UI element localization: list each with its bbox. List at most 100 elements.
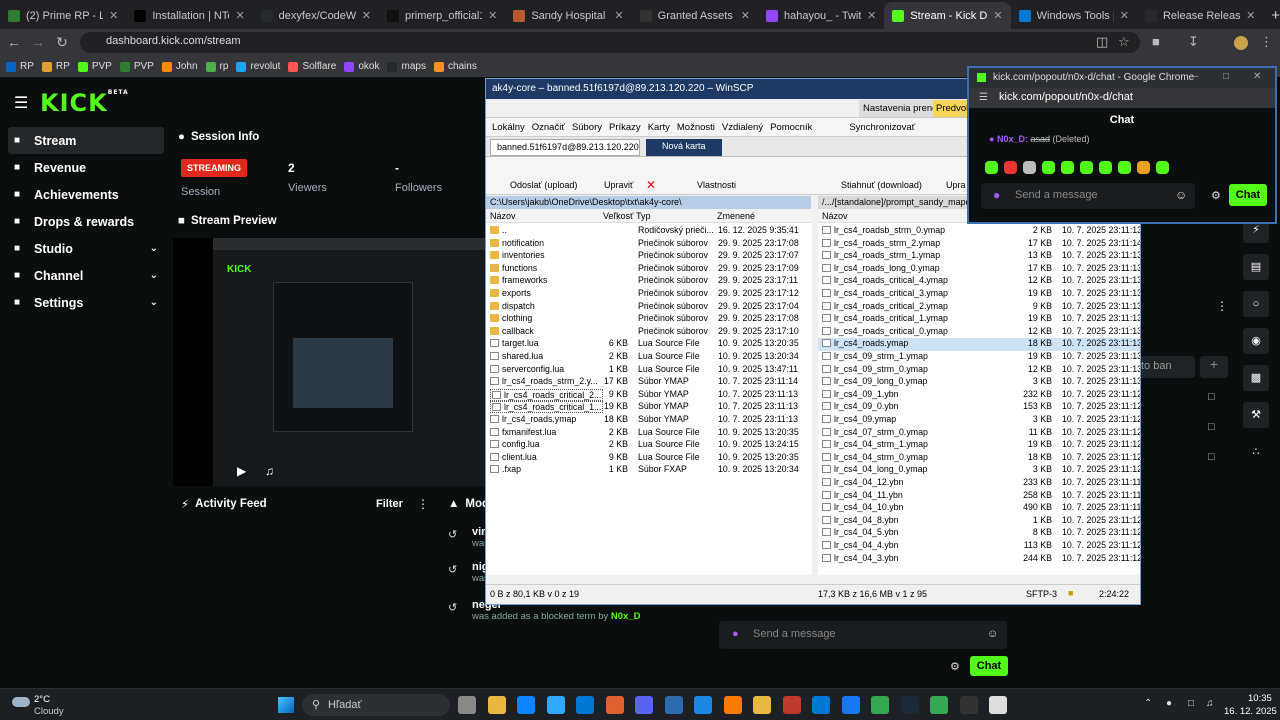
- file-row[interactable]: lr_cs4_roads_critical_0.ymap 12 KB 10. 7. …: [818, 326, 1140, 339]
- kick-logo[interactable]: KICKBETA: [40, 89, 129, 117]
- file-row[interactable]: .fxap 1 KB Súbor FXAP 10. 9. 2025 13:20:34: [486, 464, 812, 477]
- file-row[interactable]: lr_cs4_04_3.ybn 244 KB 10. 7. 2025 23:11:1…: [818, 553, 1140, 566]
- file-row[interactable]: clothing Priečinok súborov 29. 9. 2025 23:…: [486, 313, 812, 326]
- translate-icon[interactable]: ◫: [1096, 34, 1108, 50]
- file-row[interactable]: lr_cs4_09_strm_1.ymap 19 KB 10. 7. 2025 23…: [818, 351, 1140, 364]
- menu-item[interactable]: Karty: [648, 122, 670, 133]
- undo-icon[interactable]: ↺: [448, 528, 457, 541]
- file-row[interactable]: lr_cs4_roads_strm_2.ymap 17 KB 10. 7. 2025…: [818, 238, 1140, 251]
- emote-icon[interactable]: [1118, 161, 1131, 174]
- file-row[interactable]: lr_cs4_roads.ymap 18 KB Súbor YMAP 10. 7. 2…: [486, 414, 812, 427]
- close-icon[interactable]: ✕: [614, 9, 623, 22]
- menu-item[interactable]: Pomocník: [770, 122, 812, 133]
- emote-icon[interactable]: [1061, 161, 1074, 174]
- emote-icon[interactable]: [1004, 161, 1017, 174]
- profile-avatar[interactable]: [1234, 36, 1248, 50]
- mic-icon[interactable]: ●: [993, 188, 1000, 202]
- file-row[interactable]: lr_cs4_roads_critical_2... 9 KB Súbor YMAP…: [486, 388, 812, 402]
- maximize-icon[interactable]: □: [1223, 71, 1229, 82]
- chat-bubble-icon[interactable]: ○: [1243, 291, 1269, 317]
- download-button[interactable]: Stiahnuť (download): [841, 180, 922, 190]
- file-row[interactable]: lr_cs4_04_12.ybn 233 KB 10. 7. 2025 23:11:…: [818, 477, 1140, 490]
- browser-tab[interactable]: hahayou_ - Twitch ✕: [758, 2, 884, 29]
- file-row[interactable]: inventories Priečinok súborov 29. 9. 2025 …: [486, 250, 812, 263]
- chrome-menu-icon[interactable]: ⋮: [1260, 34, 1273, 50]
- browser-tab[interactable]: Stream - Kick Dash ✕: [884, 2, 1011, 29]
- file-row[interactable]: lr_cs4_04_4.ybn 113 KB 10. 7. 2025 23:11:1…: [818, 540, 1140, 553]
- volume-icon[interactable]: ♫: [265, 464, 274, 478]
- terminal-icon[interactable]: [959, 696, 978, 714]
- apps-icon[interactable]: ∴: [1243, 439, 1269, 465]
- sidebar-item-settings[interactable]: ■ Settings ⌄: [8, 289, 164, 316]
- bookmark-item[interactable]: okok: [344, 61, 379, 72]
- download-icon[interactable]: ↧: [1188, 34, 1199, 50]
- wrench-icon[interactable]: ⚒: [1243, 402, 1269, 428]
- app-icon[interactable]: [723, 696, 742, 714]
- file-row[interactable]: target.lua 6 KB Lua Source File 10. 9. 2025…: [486, 338, 812, 351]
- photoshop-icon[interactable]: [546, 696, 565, 714]
- mic-icon[interactable]: ●: [1166, 698, 1172, 709]
- emote-icon[interactable]: [985, 161, 998, 174]
- stream-preview[interactable]: KICK ▶ ♫: [173, 238, 489, 486]
- close-icon[interactable]: ✕: [993, 9, 1002, 22]
- file-row[interactable]: frameworks Priečinok súborov 29. 9. 2025 2…: [486, 275, 812, 288]
- file-row[interactable]: callback Priečinok súborov 29. 9. 2025 23:…: [486, 326, 812, 339]
- local-path[interactable]: C:\Users\jakub\OneDrive\Desktop\txt\ak4y…: [486, 196, 811, 209]
- new-tab-icon[interactable]: +: [1271, 7, 1280, 24]
- trash-icon[interactable]: □: [1208, 391, 1215, 403]
- file-row[interactable]: lr_cs4_04_strm_0.ymap 18 KB 10. 7. 2025 23…: [818, 452, 1140, 465]
- file-row[interactable]: client.lua 9 KB Lua Source File 10. 9. 2025…: [486, 452, 812, 465]
- emote-icon[interactable]: [1156, 161, 1169, 174]
- file-row[interactable]: lr_cs4_09_1.ybn 232 KB 10. 7. 2025 23:11:1…: [818, 389, 1140, 402]
- file-row[interactable]: lr_cs4_roadsb_strm_0.ymap 2 KB 10. 7. 2025…: [818, 225, 1140, 238]
- more-icon[interactable]: ⋮: [417, 497, 429, 511]
- file-row[interactable]: notification Priečinok súborov 29. 9. 2025…: [486, 238, 812, 251]
- file-row[interactable]: config.lua 2 KB Lua Source File 10. 9. 2025…: [486, 439, 812, 452]
- new-tab-button[interactable]: Nová karta: [646, 139, 722, 156]
- chat-send-button[interactable]: Chat: [970, 656, 1008, 676]
- site-info-icon[interactable]: ☰: [979, 92, 988, 103]
- moderator-name[interactable]: N0x_D: [611, 611, 641, 622]
- menu-item[interactable]: Označiť: [532, 122, 565, 133]
- file-row[interactable]: lr_cs4_09_strm_0.ymap 12 KB 10. 7. 2025 23…: [818, 364, 1140, 377]
- popup-chat-button[interactable]: Chat: [1229, 184, 1267, 206]
- sync-button[interactable]: Synchronizovať: [849, 122, 915, 133]
- column-header[interactable]: Názov: [490, 211, 516, 221]
- settings-icon[interactable]: ⚙: [1211, 189, 1221, 202]
- emote-icon[interactable]: [1023, 161, 1036, 174]
- facebook-icon[interactable]: [841, 696, 860, 714]
- upload-button[interactable]: Odoslať (upload): [510, 180, 577, 190]
- clock-date[interactable]: 16. 12. 2025: [1224, 706, 1277, 717]
- back-icon[interactable]: ←: [2, 34, 26, 50]
- clock-time[interactable]: 10:35: [1248, 693, 1272, 704]
- discord-icon[interactable]: [635, 696, 653, 714]
- file-row[interactable]: lr_cs4_roads_critical_2.ymap 9 KB 10. 7. 2…: [818, 301, 1140, 314]
- chat-message-input[interactable]: Send a message: [719, 621, 1007, 649]
- file-row[interactable]: lr_cs4_09_long_0.ymap 3 KB 10. 7. 2025 23:…: [818, 376, 1140, 389]
- taskbar-search[interactable]: Hľadať: [302, 694, 450, 716]
- folder-icon[interactable]: [753, 696, 771, 714]
- store-icon[interactable]: [812, 696, 830, 714]
- undo-icon[interactable]: ↺: [448, 563, 457, 576]
- preset-dropdown[interactable]: Predvol: [933, 100, 972, 117]
- browser-tab[interactable]: (2) Prime RP - Live ✕: [0, 2, 126, 29]
- app-icon[interactable]: [517, 696, 535, 714]
- file-row[interactable]: lr_cs4_04_strm_1.ymap 19 KB 10. 7. 2025 23…: [818, 439, 1140, 452]
- menu-item[interactable]: Vzdialený: [722, 122, 763, 133]
- file-row[interactable]: lr_cs4_09_0.ybn 153 KB 10. 7. 2025 23:11:1…: [818, 401, 1140, 414]
- bookmark-star-icon[interactable]: ☆: [1118, 34, 1130, 50]
- add-ban-button[interactable]: +: [1200, 356, 1228, 378]
- file-row[interactable]: lr_cs4_04_5.ybn 8 KB 10. 7. 2025 23:11:12: [818, 527, 1140, 540]
- bookmark-item[interactable]: PVP: [119, 61, 154, 72]
- file-row[interactable]: lr_cs4_roads_critical_4.ymap 12 KB 10. 7. …: [818, 275, 1140, 288]
- more-icon[interactable]: ⋮: [1216, 299, 1228, 313]
- emote-icon[interactable]: [1099, 161, 1112, 174]
- file-row[interactable]: lr_cs4_roads_critical_1.ymap 19 KB 10. 7. …: [818, 313, 1140, 326]
- menu-item[interactable]: Súbory: [572, 122, 602, 133]
- file-row[interactable]: serverconfig.lua 1 KB Lua Source File 10. 9…: [486, 364, 812, 377]
- chat-settings-icon[interactable]: ⚙: [950, 660, 960, 673]
- forward-icon[interactable]: →: [26, 34, 50, 50]
- browser-tab[interactable]: Release Release v ✕: [1137, 2, 1263, 29]
- file-row[interactable]: lr_cs4_roads_strm_1.ymap 13 KB 10. 7. 2025…: [818, 250, 1140, 263]
- volume-icon[interactable]: ♫: [1206, 698, 1214, 709]
